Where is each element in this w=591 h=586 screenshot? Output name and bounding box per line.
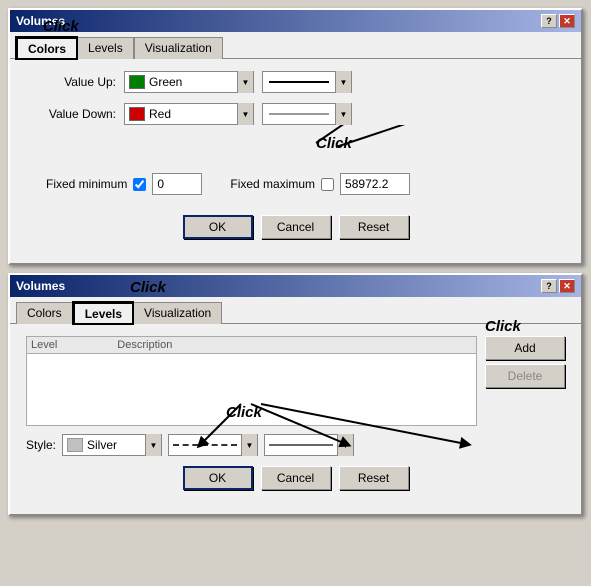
dialog-2: Volumes ? ✕ Colors Levels Visualization … bbox=[8, 273, 583, 516]
tab-levels-2[interactable]: Levels bbox=[73, 302, 133, 324]
value-down-line-arrow[interactable]: ▼ bbox=[335, 103, 351, 125]
fixed-max-group: Fixed maximum bbox=[230, 173, 410, 195]
tab-levels-1[interactable]: Levels bbox=[77, 37, 134, 59]
help-button-2[interactable]: ? bbox=[541, 279, 557, 293]
arrows-svg-1 bbox=[26, 125, 565, 165]
style-color-label: Silver bbox=[87, 438, 117, 452]
cancel-button-2[interactable]: Cancel bbox=[261, 466, 331, 490]
value-up-dropdown[interactable]: Green ▼ bbox=[124, 71, 254, 93]
levels-side-panel: Click Add Delete bbox=[485, 336, 565, 426]
ok-button-2[interactable]: OK bbox=[183, 466, 253, 490]
fixed-min-group: Fixed minimum bbox=[26, 173, 202, 195]
fixed-min-checkbox[interactable] bbox=[133, 178, 146, 191]
dialog-2-title: Volumes bbox=[16, 279, 65, 293]
tab-visualization-1[interactable]: Visualization bbox=[134, 37, 223, 59]
style-label: Style: bbox=[26, 438, 56, 452]
fixed-max-checkbox[interactable] bbox=[321, 178, 334, 191]
tab-bar-2: Colors Levels Visualization Click bbox=[10, 297, 581, 324]
delete-button[interactable]: Delete bbox=[485, 364, 565, 388]
dialog-1-buttons: OK Cancel Reset bbox=[26, 205, 565, 251]
value-up-dropdown-arrow[interactable]: ▼ bbox=[237, 71, 253, 93]
tab-colors-2[interactable]: Colors bbox=[16, 302, 73, 324]
fixed-min-input[interactable] bbox=[152, 173, 202, 195]
value-up-line-style[interactable]: ▼ bbox=[262, 71, 352, 93]
add-button[interactable]: Add bbox=[485, 336, 565, 360]
dialog-1-title: Volumes bbox=[16, 14, 65, 28]
click-annotation-area-1: Click bbox=[26, 125, 565, 165]
solid-line-arrow[interactable]: ▼ bbox=[337, 434, 353, 456]
style-row: Style: Silver ▼ ▼ ▼ bbox=[26, 434, 565, 456]
tab-colors-1[interactable]: Colors bbox=[16, 37, 77, 59]
value-down-color-label: Red bbox=[149, 107, 171, 121]
dialog-2-buttons: OK Cancel Reset bbox=[26, 456, 565, 502]
ok-button-1[interactable]: OK bbox=[183, 215, 253, 239]
title-controls-1: ? ✕ bbox=[541, 14, 575, 28]
style-line-dashed[interactable]: ▼ bbox=[168, 434, 258, 456]
dialog-1: Volumes ? ✕ Colors Levels Visualization … bbox=[8, 8, 583, 265]
close-button-1[interactable]: ✕ bbox=[559, 14, 575, 28]
fixed-max-input[interactable] bbox=[340, 173, 410, 195]
levels-content: Level Description Click Add Delete bbox=[26, 336, 565, 426]
value-down-row: Value Down: Red ▼ ▼ bbox=[26, 103, 565, 125]
col-level-header: Level bbox=[31, 339, 57, 351]
value-down-label: Value Down: bbox=[26, 107, 116, 121]
col-description-header: Description bbox=[117, 339, 172, 351]
solid-line-preview bbox=[269, 444, 333, 446]
fixed-max-label: Fixed maximum bbox=[230, 177, 315, 191]
value-up-color-label: Green bbox=[149, 75, 182, 89]
levels-table-header: Level Description bbox=[27, 337, 476, 354]
title-controls-2: ? ✕ bbox=[541, 279, 575, 293]
value-down-color-indicator bbox=[129, 107, 145, 121]
cancel-button-1[interactable]: Cancel bbox=[261, 215, 331, 239]
dashed-line-preview bbox=[173, 444, 237, 446]
reset-button-1[interactable]: Reset bbox=[339, 215, 409, 239]
style-area: Click bbox=[26, 434, 565, 456]
tab-bar-1: Colors Levels Visualization Click bbox=[10, 32, 581, 59]
dashed-line-arrow[interactable]: ▼ bbox=[241, 434, 257, 456]
reset-button-2[interactable]: Reset bbox=[339, 466, 409, 490]
value-up-color-indicator bbox=[129, 75, 145, 89]
fixed-minmax-row: Fixed minimum Fixed maximum bbox=[26, 173, 565, 195]
levels-table: Level Description bbox=[26, 336, 477, 426]
dialog-2-content: Level Description Click Add Delete Click bbox=[10, 324, 581, 514]
style-color-swatch bbox=[67, 438, 83, 452]
value-down-line-style[interactable]: ▼ bbox=[262, 103, 352, 125]
value-down-dropdown-text: Red bbox=[125, 107, 237, 121]
help-button-1[interactable]: ? bbox=[541, 14, 557, 28]
levels-table-body bbox=[27, 354, 476, 424]
fixed-min-label: Fixed minimum bbox=[46, 177, 127, 191]
value-down-dropdown[interactable]: Red ▼ bbox=[124, 103, 254, 125]
tab-visualization-2[interactable]: Visualization bbox=[133, 302, 222, 324]
style-color-arrow[interactable]: ▼ bbox=[145, 434, 161, 456]
value-down-line-preview bbox=[269, 113, 329, 115]
value-up-label: Value Up: bbox=[26, 75, 116, 89]
style-color-dropdown[interactable]: Silver ▼ bbox=[62, 434, 162, 456]
style-line-solid[interactable]: ▼ bbox=[264, 434, 354, 456]
close-button-2[interactable]: ✕ bbox=[559, 279, 575, 293]
value-up-line-preview bbox=[269, 81, 329, 83]
style-color-text: Silver bbox=[63, 438, 145, 452]
title-bar-1: Volumes ? ✕ bbox=[10, 10, 581, 32]
value-down-dropdown-arrow[interactable]: ▼ bbox=[237, 103, 253, 125]
value-up-row: Value Up: Green ▼ ▼ bbox=[26, 71, 565, 93]
title-bar-2: Volumes ? ✕ bbox=[10, 275, 581, 297]
value-up-dropdown-text: Green bbox=[125, 75, 237, 89]
value-up-line-arrow[interactable]: ▼ bbox=[335, 71, 351, 93]
dialog-1-content: Value Up: Green ▼ ▼ Value Down: Red bbox=[10, 59, 581, 263]
